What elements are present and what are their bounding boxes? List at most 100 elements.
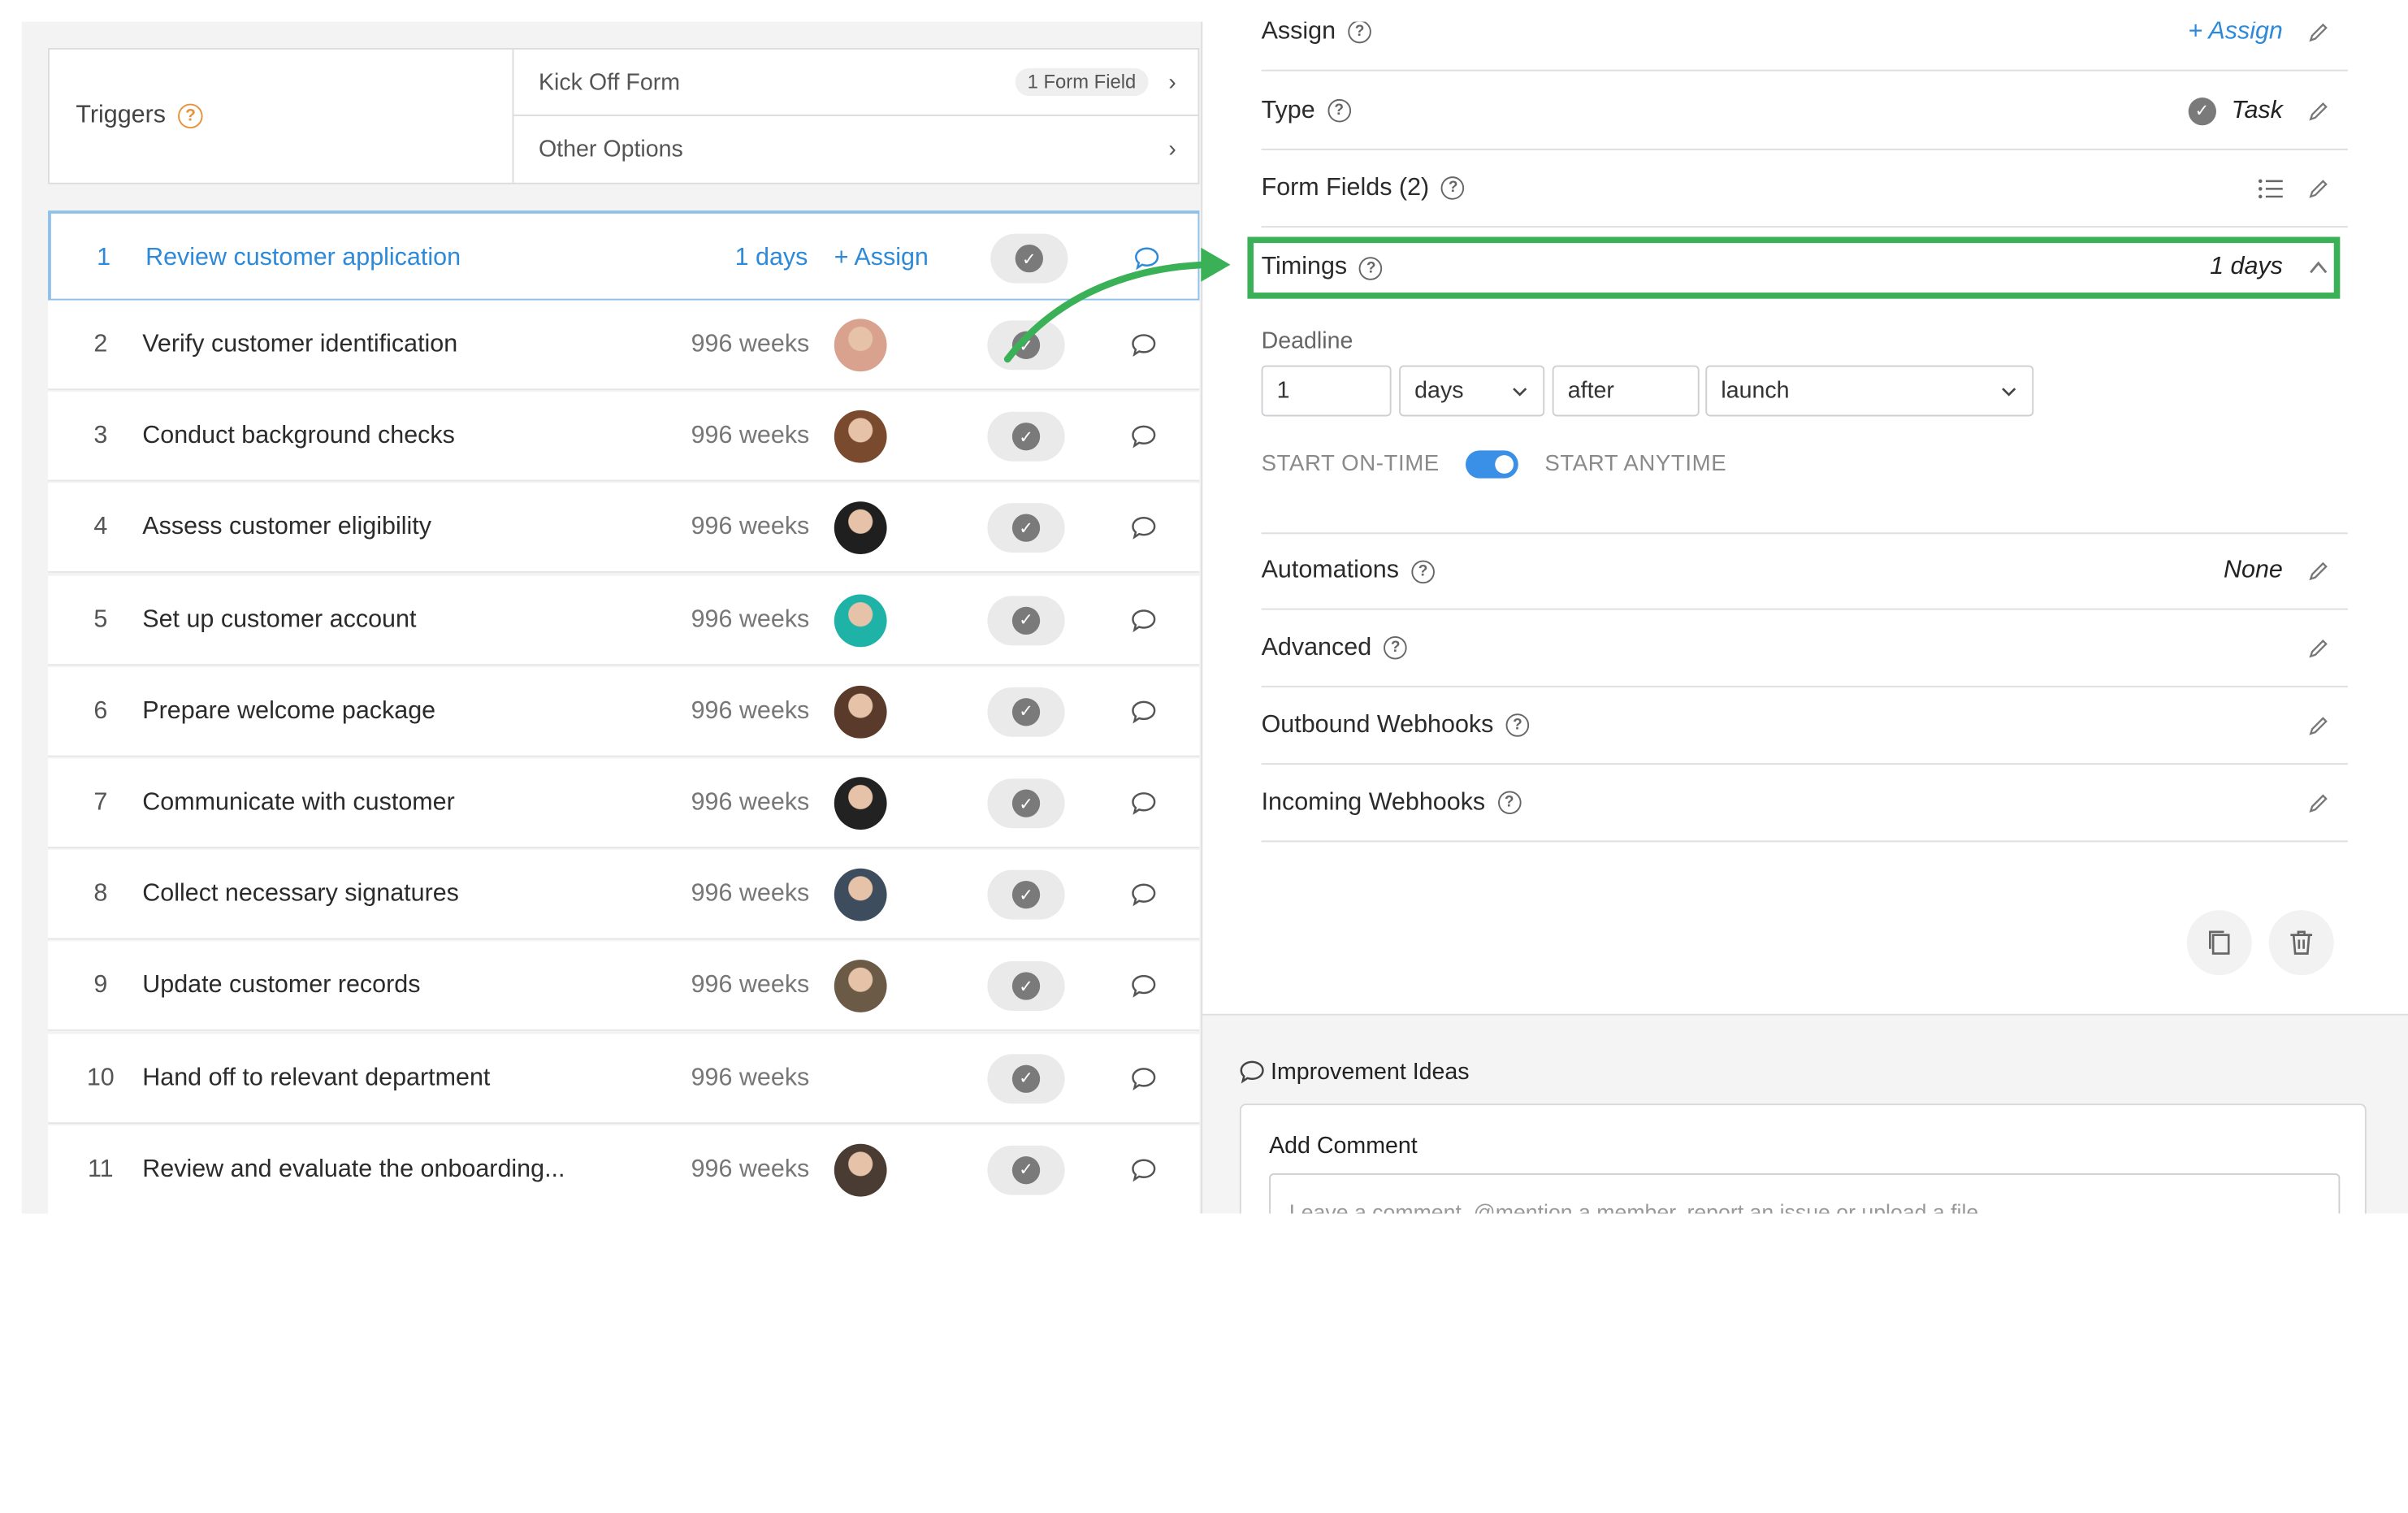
comment-icon[interactable]	[1132, 700, 1156, 724]
check-circle-icon: ✓	[1011, 605, 1041, 635]
chevron-down-icon	[2002, 387, 2016, 396]
pencil-icon[interactable]	[2307, 177, 2329, 199]
task-type-toggle[interactable]: ✓	[987, 1053, 1065, 1103]
task-number: 9	[93, 973, 108, 999]
avatar[interactable]	[834, 869, 887, 921]
help-icon[interactable]: ?	[1411, 559, 1435, 583]
assign-link[interactable]: + Assign	[2188, 22, 2283, 46]
comment-icon[interactable]	[1132, 608, 1156, 632]
task-duration: 996 weeks	[691, 789, 810, 816]
duplicate-button[interactable]	[2186, 910, 2252, 976]
task-type-toggle[interactable]: ✓	[987, 503, 1065, 553]
task-name[interactable]: Update customer records	[142, 942, 420, 1031]
help-icon[interactable]: ?	[1497, 791, 1521, 815]
avatar[interactable]	[834, 501, 887, 555]
task-name[interactable]: Communicate with customer	[142, 758, 455, 848]
task-row[interactable]: 5 Set up customer account 996 weeks ✓	[48, 574, 1200, 665]
other-options-row[interactable]: Other Options ›	[513, 116, 1198, 183]
task-row[interactable]: 7 Communicate with customer 996 weeks ✓	[48, 758, 1200, 848]
task-name[interactable]: Collect necessary signatures	[142, 850, 459, 939]
task-duration: 996 weeks	[691, 514, 810, 541]
task-type-toggle[interactable]: ✓	[987, 320, 1065, 371]
task-name[interactable]: Hand off to relevant department	[142, 1034, 490, 1123]
task-name[interactable]: Conduct background checks	[142, 392, 455, 481]
task-row[interactable]: 2 Verify customer identification 996 weeks…	[48, 300, 1200, 391]
comment-icon[interactable]	[1132, 516, 1156, 540]
task-number: 3	[93, 423, 108, 449]
pencil-icon[interactable]	[2307, 561, 2329, 583]
deadline-unit-select[interactable]: days	[1399, 365, 1545, 417]
task-row[interactable]: 3 Conduct background checks 996 weeks ✓	[48, 392, 1200, 482]
comment-icon[interactable]	[1132, 333, 1156, 358]
pencil-icon[interactable]	[2307, 100, 2329, 122]
task-type-toggle[interactable]: ✓	[987, 778, 1065, 829]
task-type-toggle[interactable]: ✓	[987, 869, 1065, 920]
comment-icon[interactable]	[1132, 791, 1156, 815]
task-name[interactable]: Prepare welcome package	[142, 667, 435, 756]
help-icon[interactable]: ?	[1348, 21, 1371, 44]
task-row[interactable]: 1 Review customer application 1 days + Assi…	[48, 210, 1200, 303]
advanced-row[interactable]: Advanced ?	[1261, 610, 2348, 687]
comment-icon[interactable]	[1134, 246, 1159, 271]
task-row[interactable]: 9 Update customer records 996 weeks ✓	[48, 941, 1200, 1032]
task-name[interactable]: Review and evaluate the onboarding...	[142, 1125, 565, 1214]
comment-icon[interactable]	[1132, 1066, 1156, 1090]
task-number: 8	[93, 881, 108, 908]
avatar[interactable]	[834, 410, 887, 463]
start-mode-toggle[interactable]	[1466, 450, 1518, 479]
pencil-icon[interactable]	[2307, 714, 2329, 736]
avatar[interactable]	[834, 777, 887, 830]
help-icon[interactable]: ?	[1441, 176, 1465, 200]
chevron-right-icon: ›	[1168, 68, 1176, 96]
kickoff-form-row[interactable]: Kick Off Form 1 Form Field ›	[513, 50, 1198, 116]
task-name[interactable]: Assess customer eligibility	[142, 483, 431, 573]
list-icon[interactable]	[2258, 177, 2283, 199]
deadline-amount-input[interactable]: 1	[1261, 365, 1392, 417]
form-fields-row[interactable]: Form Fields (2) ?	[1261, 150, 2348, 228]
improvement-ideas-title: Improvement Ideas	[1240, 1059, 1470, 1085]
task-name[interactable]: Review customer application	[145, 214, 461, 303]
help-icon[interactable]: ?	[1327, 98, 1351, 123]
incoming-webhooks-row[interactable]: Incoming Webhooks ?	[1261, 765, 2348, 843]
deadline-relation-select[interactable]: after	[1552, 365, 1700, 417]
task-name[interactable]: Set up customer account	[142, 575, 416, 665]
assign-label: Assign	[1261, 21, 1336, 45]
task-row[interactable]: 10 Hand off to relevant department 996 wee…	[48, 1033, 1200, 1124]
assign-row[interactable]: Assign ? + Assign	[1261, 21, 2348, 72]
deadline-anchor-select[interactable]: launch	[1705, 365, 2034, 417]
task-row[interactable]: 11 Review and evaluate the onboarding... 9…	[48, 1125, 1200, 1214]
kickoff-form-label: Kick Off Form	[538, 68, 681, 96]
task-row[interactable]: 4 Assess customer eligibility 996 weeks ✓	[48, 483, 1200, 574]
comment-icon[interactable]	[1132, 882, 1156, 907]
outbound-webhooks-row[interactable]: Outbound Webhooks ?	[1261, 687, 2348, 765]
avatar[interactable]	[834, 685, 887, 739]
type-row[interactable]: Type ? ✓ Task	[1261, 73, 2348, 150]
task-type-toggle[interactable]: ✓	[987, 1145, 1065, 1195]
comment-icon[interactable]	[1132, 1158, 1156, 1182]
automations-row[interactable]: Automations ? None	[1261, 532, 2348, 610]
avatar[interactable]	[834, 593, 887, 647]
comment-input[interactable]: Leave a comment, @mention a member, repo…	[1269, 1173, 2341, 1214]
avatar[interactable]	[834, 1143, 887, 1197]
pencil-icon[interactable]	[2307, 791, 2329, 813]
task-row[interactable]: 8 Collect necessary signatures 996 weeks ✓	[48, 850, 1200, 940]
delete-button[interactable]	[2268, 910, 2334, 976]
help-icon[interactable]: ?	[1505, 713, 1530, 737]
task-type-toggle[interactable]: ✓	[987, 412, 1065, 462]
avatar[interactable]	[834, 319, 887, 372]
task-type-toggle[interactable]: ✓	[990, 233, 1068, 284]
task-row[interactable]: 6 Prepare welcome package 996 weeks ✓	[48, 666, 1200, 757]
pencil-icon[interactable]	[2307, 22, 2329, 43]
task-type-toggle[interactable]: ✓	[987, 961, 1065, 1012]
assign-link[interactable]: + Assign	[834, 214, 929, 303]
task-type-toggle[interactable]: ✓	[987, 595, 1065, 645]
help-icon[interactable]: ?	[1384, 635, 1407, 660]
check-circle-icon: ✓	[1011, 881, 1041, 909]
task-type-toggle[interactable]: ✓	[987, 687, 1065, 737]
help-icon[interactable]: ?	[178, 103, 203, 129]
avatar[interactable]	[834, 960, 887, 1013]
comment-icon[interactable]	[1132, 424, 1156, 449]
task-name[interactable]: Verify customer identification	[142, 301, 457, 390]
pencil-icon[interactable]	[2307, 637, 2329, 659]
comment-icon[interactable]	[1132, 974, 1156, 999]
